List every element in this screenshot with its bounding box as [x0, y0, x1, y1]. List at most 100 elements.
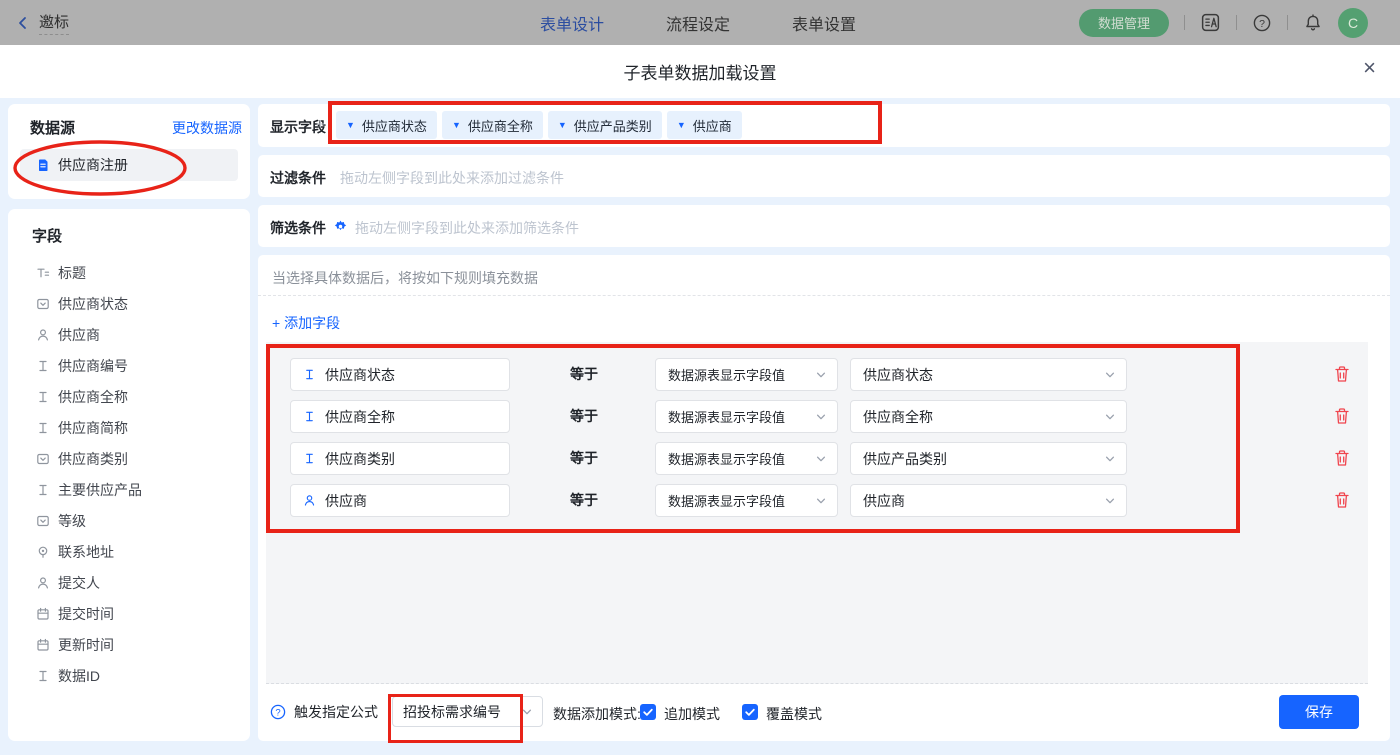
target-field-box[interactable]: 供应商	[290, 484, 510, 517]
source-type-select[interactable]: 数据源表显示字段值	[655, 358, 838, 391]
chip-label: 供应商	[692, 118, 732, 134]
question-icon[interactable]	[270, 704, 286, 720]
field-item-label: 供应商简称	[58, 419, 128, 436]
field-item[interactable]: 供应商	[36, 319, 250, 350]
append-mode-checkbox[interactable]	[640, 704, 656, 720]
display-field-chip[interactable]: ▼ 供应商全称	[441, 111, 543, 139]
target-field-label: 供应商全称	[325, 408, 395, 425]
target-field-box[interactable]: 供应商类别	[290, 442, 510, 475]
divider	[1236, 15, 1237, 30]
data-manage-button[interactable]: 数据管理	[1079, 8, 1169, 37]
field-item[interactable]: 数据ID	[36, 660, 250, 691]
field-item-label: 联系地址	[58, 543, 114, 560]
field-item[interactable]: 更新时间	[36, 629, 250, 660]
display-field-chip[interactable]: ▼ 供应产品类别	[547, 111, 662, 139]
topbar-actions: 数据管理 C	[1079, 7, 1400, 38]
field-item-label: 等级	[58, 512, 86, 529]
help-icon[interactable]	[1252, 13, 1272, 33]
field-item[interactable]: 等级	[36, 505, 250, 536]
field-item[interactable]: 供应商全称	[36, 381, 250, 412]
overwrite-mode-checkbox[interactable]	[742, 704, 758, 720]
source-type-value: 数据源表显示字段值	[668, 410, 786, 425]
dropdown-caret-icon: ▼	[346, 120, 355, 130]
field-item[interactable]: 标题	[36, 257, 250, 288]
tab-form-setting[interactable]: 表单设置	[792, 11, 856, 35]
location-icon	[36, 545, 50, 559]
document-icon	[36, 158, 50, 172]
tab-form-design[interactable]: 表单设计	[540, 11, 604, 35]
plus-icon: +	[272, 315, 285, 331]
display-field-chip[interactable]: ▼ 供应商	[666, 111, 742, 139]
field-item-label: 供应商编号	[58, 357, 128, 374]
checkmark-icon	[642, 706, 654, 718]
add-field-button[interactable]: + 添加字段	[272, 313, 340, 333]
tab-flow-setting[interactable]: 流程设定	[666, 11, 730, 35]
field-item[interactable]: 供应商简称	[36, 412, 250, 443]
field-item-label: 数据ID	[58, 667, 100, 684]
avatar[interactable]: C	[1338, 7, 1368, 38]
source-field-value: 供应商状态	[863, 366, 933, 383]
trash-icon[interactable]	[1334, 365, 1350, 383]
mode-label: 数据添加模式:	[553, 706, 641, 722]
text-icon	[36, 359, 50, 373]
field-item[interactable]: 供应商状态	[36, 288, 250, 319]
bell-icon[interactable]	[1303, 13, 1323, 33]
field-item[interactable]: 供应商编号	[36, 350, 250, 381]
formula-select[interactable]: 招投标需求编号	[392, 696, 543, 727]
display-field-chip[interactable]: ▼ 供应商状态	[336, 111, 437, 139]
field-item[interactable]: 主要供应产品	[36, 474, 250, 505]
person-icon	[303, 494, 316, 507]
source-type-select[interactable]: 数据源表显示字段值	[655, 400, 838, 433]
display-field-chips: ▼ 供应商状态 ▼ 供应商全称 ▼ 供应产品类别 ▼ 供应商	[336, 111, 742, 139]
field-item[interactable]: 供应商类别	[36, 443, 250, 474]
source-type-select[interactable]: 数据源表显示字段值	[655, 484, 838, 517]
field-item[interactable]: 提交时间	[36, 598, 250, 629]
mapping-row: 供应商 等于 数据源表显示字段值 供应商	[266, 484, 1368, 517]
filter-dropzone[interactable]: 拖动左侧字段到此处来添加过滤条件	[340, 168, 564, 188]
close-icon[interactable]: ×	[1363, 57, 1376, 79]
topbar-tabs: 表单设计 流程设定 表单设置	[540, 0, 856, 45]
dropdown-caret-icon: ▼	[557, 120, 567, 130]
field-item[interactable]: 联系地址	[36, 536, 250, 567]
chip-label: 供应商状态	[361, 118, 427, 134]
mapping-rows-panel: 供应商状态 等于 数据源表显示字段值 供应商状态 供应商全称 等于 数据源表显示…	[266, 342, 1368, 684]
back-button[interactable]: 邀标	[16, 11, 70, 35]
field-item-label: 供应商	[58, 326, 100, 343]
trash-icon[interactable]	[1334, 449, 1350, 467]
form-name: 邀标	[39, 11, 70, 35]
modal-title: 子表单数据加载设置	[623, 64, 777, 83]
translate-icon[interactable]	[1200, 12, 1221, 33]
save-button[interactable]: 保存	[1279, 695, 1359, 729]
source-field-select[interactable]: 供应商	[850, 484, 1127, 517]
datasource-header: 数据源 更改数据源	[8, 104, 250, 138]
source-type-value: 数据源表显示字段值	[668, 368, 786, 383]
field-item[interactable]: 提交人	[36, 567, 250, 598]
fields-list: 标题 供应商状态 供应商 供应商编号 供应商全称 供应商简称 供应商类别 主要供…	[8, 246, 250, 691]
select-icon	[36, 514, 50, 528]
source-type-select[interactable]: 数据源表显示字段值	[655, 442, 838, 475]
gear-icon[interactable]	[334, 220, 347, 233]
field-item-label: 供应商状态	[58, 295, 128, 312]
source-field-select[interactable]: 供应商状态	[850, 358, 1127, 391]
trash-icon[interactable]	[1334, 407, 1350, 425]
filter-row: 过滤条件 拖动左侧字段到此处来添加过滤条件	[258, 155, 1390, 197]
sift-dropzone[interactable]: 拖动左侧字段到此处来添加筛选条件	[355, 218, 579, 238]
back-icon	[16, 16, 30, 30]
overwrite-mode-label: 覆盖模式	[766, 706, 822, 722]
dropdown-caret-icon: ▼	[676, 120, 686, 130]
mapping-row: 供应商状态 等于 数据源表显示字段值 供应商状态	[266, 358, 1368, 391]
datasource-item[interactable]: 供应商注册	[20, 149, 238, 181]
formula-value: 招投标需求编号	[403, 703, 501, 720]
source-field-select[interactable]: 供应产品类别	[850, 442, 1127, 475]
source-field-select[interactable]: 供应商全称	[850, 400, 1127, 433]
target-field-label: 供应商类别	[325, 450, 395, 467]
datasource-title: 数据源	[30, 120, 76, 137]
target-field-box[interactable]: 供应商全称	[290, 400, 510, 433]
trash-icon[interactable]	[1334, 491, 1350, 509]
text-icon	[36, 390, 50, 404]
equals-label: 等于	[570, 366, 598, 382]
checkmark-icon	[744, 706, 756, 718]
target-field-box[interactable]: 供应商状态	[290, 358, 510, 391]
change-datasource-link[interactable]: 更改数据源	[172, 118, 242, 138]
source-type-value: 数据源表显示字段值	[668, 452, 786, 467]
